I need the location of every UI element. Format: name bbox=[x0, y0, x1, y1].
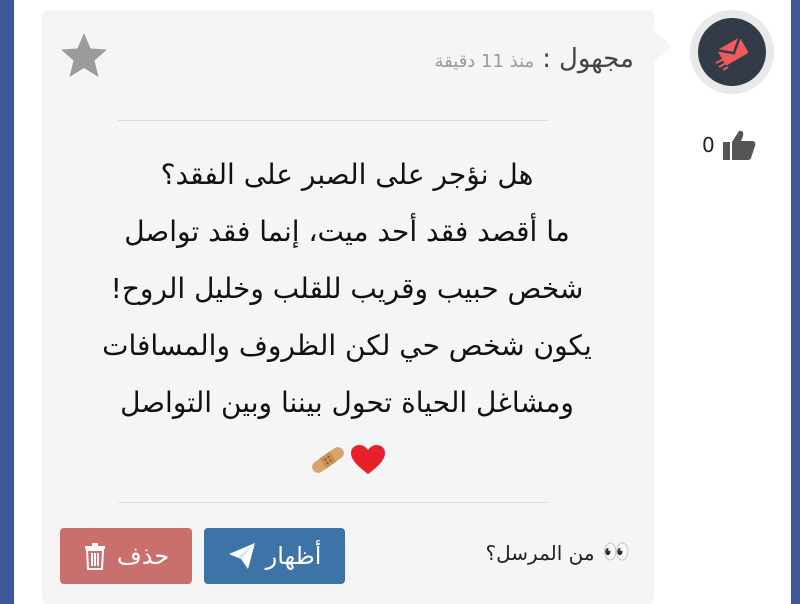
message-line: يكون شخص حي لكن الظروف والمسافات bbox=[102, 329, 592, 362]
heart-icon bbox=[351, 444, 385, 474]
like-widget[interactable]: 0 bbox=[702, 128, 757, 162]
card-pointer bbox=[654, 30, 672, 62]
meta-separator: : bbox=[542, 44, 551, 74]
paper-plane-icon bbox=[228, 543, 255, 569]
avatar-circle bbox=[698, 18, 766, 86]
trash-icon bbox=[84, 543, 105, 570]
sender-reveal[interactable]: 👀 من المرسل؟ bbox=[486, 540, 630, 565]
star-icon[interactable] bbox=[58, 30, 110, 82]
message-line: هل نؤجر على الصبر على الفقد؟ bbox=[160, 158, 534, 191]
message-line: ومشاغل الحياة تحول بيننا وبين التواصل bbox=[120, 386, 574, 419]
message-emoji-line bbox=[62, 431, 632, 488]
author-name: مجهول bbox=[558, 44, 634, 74]
delete-button[interactable]: حذف bbox=[60, 528, 192, 584]
bandage-icon bbox=[312, 446, 344, 473]
post-time: منذ 11 دقيقة bbox=[434, 51, 535, 72]
show-button-label: أظهار bbox=[265, 542, 322, 570]
post-meta: مجهول : منذ 11 دقيقة bbox=[435, 44, 634, 74]
divider-bottom bbox=[118, 502, 548, 503]
divider-top bbox=[118, 120, 548, 121]
message-body: هل نؤجر على الصبر على الفقد؟ ما أقصد فقد… bbox=[62, 146, 632, 488]
likes-count: 0 bbox=[702, 133, 715, 157]
envelope-icon bbox=[715, 36, 748, 71]
avatar[interactable] bbox=[690, 10, 774, 94]
message-line: ما أقصد فقد أحد ميت، إنما فقد تواصل bbox=[124, 215, 570, 248]
sender-question: من المرسل؟ bbox=[485, 540, 595, 565]
eyes-icon: 👀 bbox=[602, 540, 630, 565]
show-button[interactable]: أظهار bbox=[204, 528, 345, 584]
delete-button-label: حذف bbox=[116, 542, 170, 570]
page-frame-left bbox=[0, 0, 14, 604]
message-line: شخص حبيب وقريب للقلب وخليل الروح! bbox=[110, 272, 584, 305]
thumbs-up-icon[interactable] bbox=[721, 128, 757, 162]
page-frame-right bbox=[791, 0, 800, 604]
